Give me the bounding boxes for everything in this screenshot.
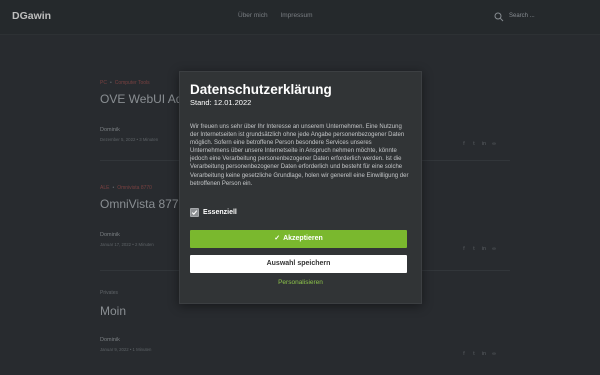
accept-label: Akzeptieren bbox=[283, 235, 323, 242]
privacy-text[interactable]: Wir freuen uns sehr über Ihr Interesse a… bbox=[190, 123, 410, 196]
dialog-title: Datenschutzerklärung bbox=[190, 82, 332, 97]
checkmark-icon bbox=[191, 210, 198, 216]
privacy-dialog: Datenschutzerklärung Stand: 12.01.2022 W… bbox=[179, 71, 422, 304]
check-icon: ✓ bbox=[274, 235, 281, 242]
accept-button[interactable]: ✓ Akzeptieren bbox=[190, 230, 407, 248]
essential-label[interactable]: Essenziell bbox=[203, 209, 237, 216]
dialog-date: Stand: 12.01.2022 bbox=[190, 98, 252, 107]
personalize-link[interactable]: Personalisieren bbox=[180, 279, 421, 286]
essential-checkbox[interactable] bbox=[190, 208, 199, 217]
save-selection-button[interactable]: Auswahl speichern bbox=[190, 255, 407, 273]
